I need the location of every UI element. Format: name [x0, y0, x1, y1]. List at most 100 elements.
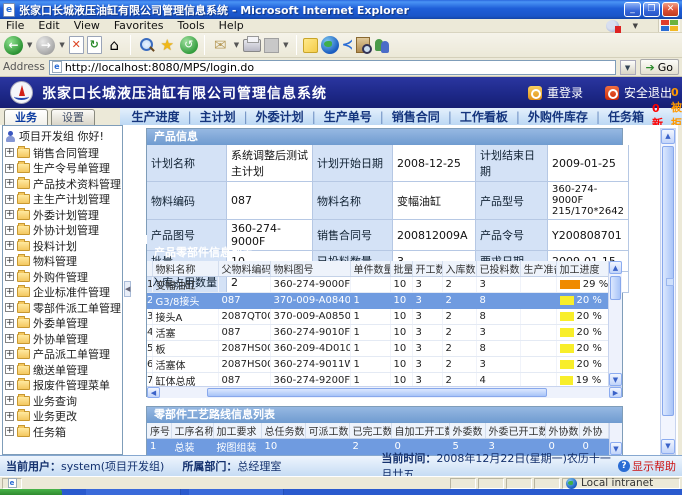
- chevron-down-icon[interactable]: ▼: [633, 22, 638, 30]
- scroll-down-icon[interactable]: ▼: [609, 373, 622, 386]
- maximize-button[interactable]: ❐: [643, 2, 660, 17]
- tab-business[interactable]: 业务: [4, 109, 48, 125]
- expand-plus-icon[interactable]: +: [5, 195, 14, 204]
- sidebar-tree-item[interactable]: + 任务箱: [3, 424, 122, 440]
- messenger-globe-icon[interactable]: [321, 36, 339, 54]
- sidebar-tree-item[interactable]: + 缴送单管理: [3, 362, 122, 378]
- back-icon[interactable]: ←: [4, 36, 23, 55]
- sidebar-collapse-handle[interactable]: ◀: [124, 281, 131, 297]
- taskbar-window-button[interactable]: [189, 489, 284, 495]
- column-header[interactable]: 总任务数: [261, 423, 305, 439]
- logout-button[interactable]: 安全退出: [605, 84, 672, 101]
- nav-item[interactable]: 主计划: [180, 110, 236, 124]
- sidebar-tree-item[interactable]: + 产品派工单管理: [3, 347, 122, 363]
- history-icon[interactable]: ↺: [180, 36, 198, 54]
- edit-icon[interactable]: [264, 38, 279, 53]
- menu-favorites[interactable]: Favorites: [114, 19, 164, 32]
- parts-table-row[interactable]: 2 G3/8接头 087 370-009-A0840 1 10 3 2 8 2: [147, 293, 609, 309]
- address-dropdown-icon[interactable]: ▼: [620, 60, 636, 75]
- sidebar-tree-item[interactable]: + 外委单管理: [3, 316, 122, 332]
- sidebar-tree-item[interactable]: + 投料计划: [3, 238, 122, 254]
- sidebar-tree-item[interactable]: + 业务查询: [3, 393, 122, 409]
- minimize-button[interactable]: _: [624, 2, 641, 17]
- column-header[interactable]: 已投料数: [476, 261, 520, 277]
- expand-plus-icon[interactable]: +: [5, 226, 14, 235]
- expand-plus-icon[interactable]: +: [5, 288, 14, 297]
- expand-plus-icon[interactable]: +: [5, 365, 14, 374]
- column-header[interactable]: 外协: [579, 423, 609, 439]
- expand-plus-icon[interactable]: +: [5, 412, 14, 421]
- search-icon[interactable]: [137, 36, 155, 54]
- sidebar-tree-item[interactable]: + 外购件管理: [3, 269, 122, 285]
- sidebar-tree-item[interactable]: + 主生产计划管理: [3, 192, 122, 208]
- menu-view[interactable]: View: [74, 19, 100, 32]
- sidebar-tree-item[interactable]: + 业务更改: [3, 409, 122, 425]
- column-header[interactable]: 已完工数: [349, 423, 391, 439]
- scrollbar-thumb[interactable]: [207, 388, 547, 397]
- column-header[interactable]: 物料名称: [152, 261, 218, 277]
- parts-table-row[interactable]: 3 接头A 2087QT002 370-009-A0850 1 10 3 2 8: [147, 309, 609, 325]
- back-dropdown-icon[interactable]: ▼: [27, 41, 32, 49]
- parts-table-row[interactable]: 1 变幅油缸 360-274-9000F 10 3 2 3 29 %: [147, 277, 609, 293]
- windows-taskbar[interactable]: [0, 489, 682, 495]
- column-header[interactable]: 批量: [390, 261, 412, 277]
- nav-item[interactable]: 外购件库存: [508, 110, 588, 124]
- expand-plus-icon[interactable]: +: [5, 427, 14, 436]
- relogin-button[interactable]: 重登录: [528, 84, 583, 101]
- discuss-note-icon[interactable]: [303, 38, 318, 53]
- column-header[interactable]: 物料图号: [270, 261, 350, 277]
- favorites-icon[interactable]: ★: [158, 36, 177, 55]
- column-header[interactable]: 工序名称: [171, 423, 213, 439]
- nav-item[interactable]: 任务箱: [588, 110, 644, 124]
- sidebar-tree-item[interactable]: + 外委计划管理: [3, 207, 122, 223]
- parts-vertical-scrollbar[interactable]: ▲ ▼: [608, 261, 622, 386]
- expand-plus-icon[interactable]: +: [5, 334, 14, 343]
- sidebar-tree-item[interactable]: + 企业标准件管理: [3, 285, 122, 301]
- taskbar-window-button[interactable]: [86, 489, 181, 495]
- content-vertical-scrollbar[interactable]: ▲ ▼: [660, 128, 676, 455]
- parts-table-row[interactable]: 5 板 2087HS002 360-209-4D010 1 10 3 2 8: [147, 341, 609, 357]
- sidebar-tree-item[interactable]: + 零部件派工单管理: [3, 300, 122, 316]
- sidebar-tree-item[interactable]: + 物料管理: [3, 254, 122, 270]
- nav-item[interactable]: 外委计划: [236, 110, 304, 124]
- parts-table-row[interactable]: 7 缸体总成 087 360-274-9200F 1 10 3 2 4 19: [147, 373, 609, 387]
- column-header[interactable]: 生产准备: [520, 261, 556, 277]
- quick-links-icon[interactable]: ≺: [342, 36, 354, 55]
- column-header[interactable]: 可派工数: [305, 423, 349, 439]
- expand-plus-icon[interactable]: +: [5, 272, 14, 281]
- column-header[interactable]: 加工进度: [556, 261, 609, 277]
- nav-item[interactable]: 生产进度: [132, 110, 180, 124]
- menu-edit[interactable]: Edit: [38, 19, 59, 32]
- scrollbar-thumb[interactable]: [610, 276, 621, 300]
- column-header[interactable]: 父物料编码: [218, 261, 270, 277]
- expand-plus-icon[interactable]: +: [5, 396, 14, 405]
- scrollbar-thumb[interactable]: [662, 146, 674, 416]
- nav-item[interactable]: 销售合同: [372, 110, 440, 124]
- address-input[interactable]: e http://localhost:8080/MPS/login.do: [49, 60, 616, 75]
- close-button[interactable]: ✕: [662, 2, 679, 17]
- expand-plus-icon[interactable]: +: [5, 179, 14, 188]
- stop-icon[interactable]: ✕: [69, 36, 84, 54]
- pdf-toolbar-icon[interactable]: [606, 20, 619, 32]
- nav-item[interactable]: 工作看板: [440, 110, 508, 124]
- column-header[interactable]: 单件数量: [350, 261, 390, 277]
- forward-icon[interactable]: →: [36, 36, 55, 55]
- column-header[interactable]: 外协数: [545, 423, 579, 439]
- expand-plus-icon[interactable]: +: [5, 257, 14, 266]
- expand-plus-icon[interactable]: +: [5, 241, 14, 250]
- show-help-link[interactable]: ? 显示帮助: [618, 458, 676, 474]
- column-header[interactable]: 加工要求: [213, 423, 261, 439]
- scroll-right-icon[interactable]: ▶: [609, 387, 622, 398]
- scroll-up-icon[interactable]: ▲: [661, 129, 675, 144]
- go-button[interactable]: ➔ Go: [640, 59, 679, 75]
- parts-table-row[interactable]: 6 活塞体 2087HS002 360-274-9011W 1 10 3 2 3: [147, 357, 609, 373]
- expand-plus-icon[interactable]: +: [5, 148, 14, 157]
- expand-plus-icon[interactable]: +: [5, 319, 14, 328]
- start-button[interactable]: [0, 489, 62, 495]
- column-header[interactable]: 入库数: [442, 261, 476, 277]
- tab-settings[interactable]: 设置: [51, 109, 95, 125]
- sidebar-tree-item[interactable]: + 销售合同管理: [3, 145, 122, 161]
- menu-help[interactable]: Help: [219, 19, 244, 32]
- refresh-icon[interactable]: ↻: [87, 36, 102, 54]
- expand-plus-icon[interactable]: +: [5, 164, 14, 173]
